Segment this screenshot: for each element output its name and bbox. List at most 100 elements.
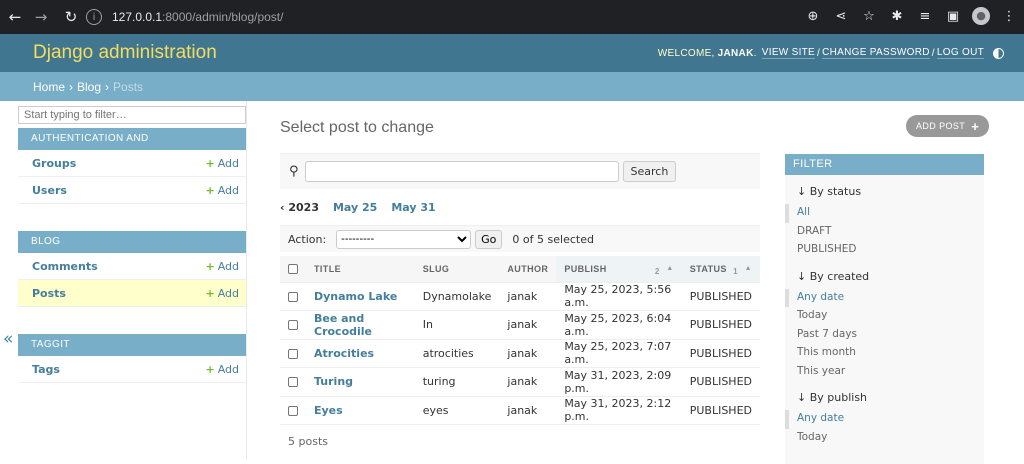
module-caption[interactable]: Blog <box>18 231 246 253</box>
paginator: 5 posts <box>288 435 328 448</box>
filter-options-status: All DRAFT PUBLISHED <box>785 204 984 260</box>
site-branding[interactable]: Django administration <box>33 42 217 64</box>
search-button[interactable]: Search <box>622 161 677 182</box>
filter-option[interactable]: Any date <box>785 410 984 429</box>
media-queue-icon[interactable]: ≡ <box>916 9 934 24</box>
log-out-link[interactable]: Log out <box>936 47 984 59</box>
user-tools: Welcome, janak. View site / Change passwo… <box>658 47 1004 59</box>
zoom-icon[interactable]: ⊕ <box>804 9 822 24</box>
date-link-may-25[interactable]: May 25 <box>333 201 377 214</box>
add-tags-link[interactable]: + Add <box>205 363 239 376</box>
post-title-link[interactable]: Turing <box>314 375 353 388</box>
model-link-tags[interactable]: Tags <box>32 363 60 376</box>
row-checkbox[interactable] <box>288 405 298 416</box>
filter-group-status[interactable]: ↓ By status <box>785 185 984 198</box>
site-info-icon[interactable]: i <box>86 9 102 25</box>
row-checkbox[interactable] <box>288 291 298 302</box>
extensions-icon[interactable]: ✱ <box>888 9 906 24</box>
cell-author: janak <box>499 396 557 425</box>
add-comments-link[interactable]: + Add <box>205 260 239 273</box>
admin-header: Django administration Welcome, janak. Vi… <box>0 34 1024 72</box>
sort-asc-icon[interactable]: ▲ <box>745 265 752 272</box>
module-caption[interactable]: Taggit <box>18 334 246 356</box>
model-link-posts[interactable]: Posts <box>32 287 66 300</box>
nav-filter-input[interactable] <box>18 106 246 124</box>
module-caption[interactable]: Authentication and Authorization <box>18 128 246 166</box>
cell-slug: eyes <box>414 396 500 425</box>
filter-option[interactable]: This year <box>785 363 984 382</box>
select-all-checkbox[interactable] <box>288 264 298 275</box>
model-link-users[interactable]: Users <box>32 184 67 197</box>
forward-arrow-icon[interactable]: → <box>30 8 52 26</box>
cell-author: janak <box>499 367 557 397</box>
action-select[interactable]: --------- <box>336 229 472 249</box>
column-header-publish[interactable]: Publish 2 ▲ <box>556 256 682 283</box>
filter-option[interactable]: Today <box>785 307 984 326</box>
url-text[interactable]: 127.0.0.1:8000/admin/blog/post/ <box>112 10 283 24</box>
cell-author: janak <box>499 282 557 311</box>
row-checkbox[interactable] <box>288 320 298 331</box>
row-checkbox[interactable] <box>288 348 298 359</box>
filter-option[interactable]: Today <box>785 429 984 448</box>
breadcrumb-blog[interactable]: Blog <box>77 80 101 94</box>
filter-group-created[interactable]: ↓ By created <box>785 270 984 283</box>
menu-kebab-icon[interactable]: ⋮ <box>1000 9 1018 24</box>
cell-status: PUBLISHED <box>681 310 760 340</box>
cell-slug: atrocities <box>414 339 500 368</box>
filter-options-created: Any date Today Past 7 days This month Th… <box>785 288 984 382</box>
sidebar-collapse-button[interactable]: « <box>3 329 13 349</box>
column-header-author[interactable]: Author <box>499 256 557 283</box>
address-bar[interactable]: i 127.0.0.1:8000/admin/blog/post/ <box>78 3 902 31</box>
welcome-text: Welcome, <box>657 47 715 59</box>
add-posts-link[interactable]: + Add <box>205 287 239 300</box>
post-title-link[interactable]: Bee and Crocodile <box>314 312 372 338</box>
date-link-may-31[interactable]: May 31 <box>391 201 435 214</box>
model-link-groups[interactable]: Groups <box>32 157 76 170</box>
post-title-link[interactable]: Atrocities <box>314 347 374 360</box>
results-table: Title Slug Author Publish 2 ▲ Status 1 ▲… <box>280 256 760 425</box>
breadcrumb-home[interactable]: Home <box>33 80 65 94</box>
view-site-link[interactable]: View site <box>761 47 816 59</box>
filter-group-publish[interactable]: ↓ By publish <box>785 391 984 404</box>
row-checkbox[interactable] <box>288 377 298 388</box>
filter-option[interactable]: All <box>785 204 984 223</box>
filter-option[interactable]: PUBLISHED <box>785 241 984 260</box>
cell-author: janak <box>499 339 557 368</box>
column-header-slug[interactable]: Slug <box>414 256 500 283</box>
cell-status: PUBLISHED <box>681 282 760 311</box>
filter-option[interactable]: This month <box>785 344 984 363</box>
add-post-button[interactable]: Add post + <box>906 115 990 137</box>
add-users-link[interactable]: + Add <box>205 184 239 197</box>
add-groups-link[interactable]: + Add <box>205 157 239 170</box>
side-panel-icon[interactable]: ▣ <box>944 9 962 24</box>
filter-option[interactable]: Any date <box>785 288 984 307</box>
cell-slug: In <box>414 310 500 340</box>
column-header-status[interactable]: Status 1 ▲ <box>681 256 760 283</box>
table-row: Dynamo Lake Dynamolake janak May 25, 202… <box>280 282 760 311</box>
profile-avatar-icon[interactable]: ● <box>972 7 990 25</box>
sidebar-item-tags: Tags + Add <box>18 356 246 383</box>
cell-publish: May 25, 2023, 5:56 a.m. <box>556 282 682 311</box>
sort-asc-icon[interactable]: ▲ <box>666 265 673 272</box>
action-counter: 0 of 5 selected <box>512 232 594 246</box>
module-auth: Authentication and Authorization Groups … <box>18 128 246 204</box>
post-title-link[interactable]: Eyes <box>314 404 343 417</box>
filter-option[interactable]: Past 7 days <box>785 326 984 345</box>
plus-icon: + <box>205 362 215 376</box>
cell-status: PUBLISHED <box>681 396 760 425</box>
back-arrow-icon[interactable]: ← <box>4 8 26 26</box>
change-password-link[interactable]: Change password <box>822 47 930 59</box>
cell-status: PUBLISHED <box>681 367 760 397</box>
table-row: Turing turing janak May 31, 2023, 2:09 p… <box>280 367 760 397</box>
search-input[interactable] <box>304 161 619 182</box>
theme-toggle-icon[interactable] <box>993 47 1004 59</box>
date-back-link[interactable]: ‹ 2023 <box>280 201 319 214</box>
filter-option[interactable]: DRAFT <box>785 223 984 242</box>
post-title-link[interactable]: Dynamo Lake <box>314 290 397 303</box>
go-button[interactable]: Go <box>475 229 503 249</box>
column-header-title[interactable]: Title <box>306 256 415 283</box>
share-icon[interactable]: ⋖ <box>832 9 850 24</box>
plus-icon: + <box>205 286 215 300</box>
model-link-comments[interactable]: Comments <box>32 260 98 273</box>
bookmark-star-icon[interactable]: ☆ <box>860 9 878 24</box>
